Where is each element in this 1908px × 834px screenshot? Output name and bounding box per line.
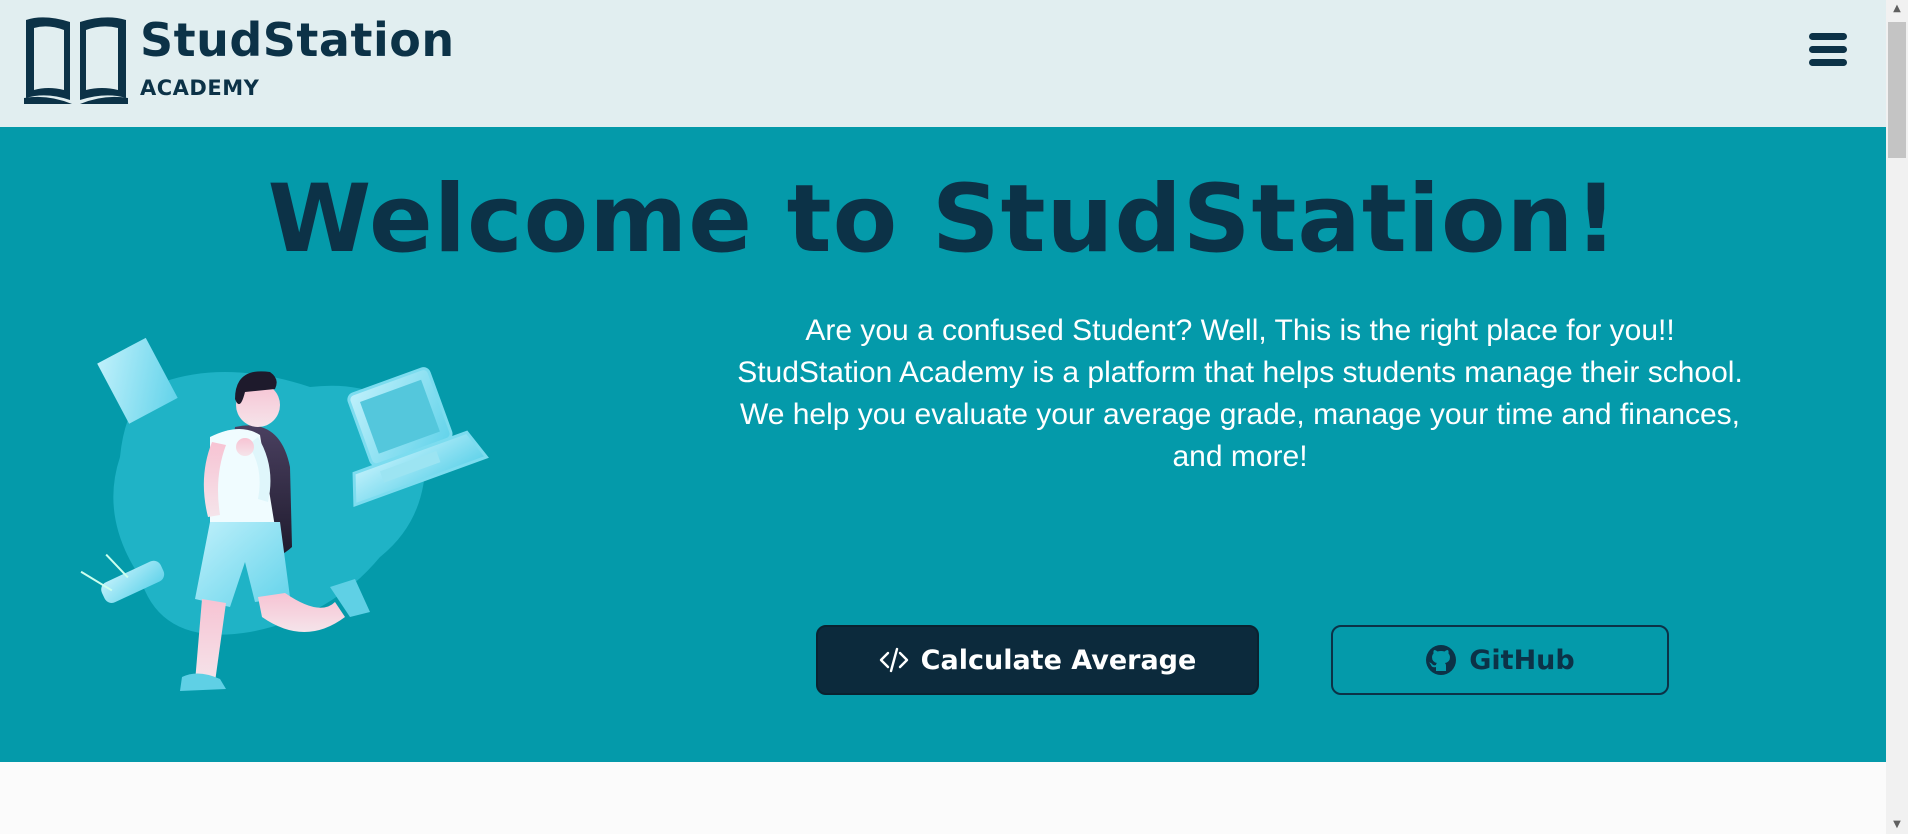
brand-logo-link[interactable]: StudStation ACADEMY: [22, 14, 455, 106]
page-scrollbar[interactable]: ▲ ▼: [1886, 0, 1908, 834]
calculate-average-button[interactable]: Calculate Average: [816, 625, 1259, 695]
github-label: GitHub: [1469, 644, 1575, 676]
hero-line: and more!: [1172, 440, 1308, 473]
calculate-average-label: Calculate Average: [920, 644, 1197, 676]
code-icon: [879, 647, 909, 673]
scroll-down-arrow-icon[interactable]: ▼: [1886, 816, 1908, 834]
student-illustration: [80, 337, 489, 691]
open-book-icon: [24, 17, 128, 104]
hamburger-menu-icon: [1809, 33, 1847, 66]
hero-description: Are you a confused Student? Well, This i…: [680, 310, 1800, 478]
brand-name: StudStation: [140, 13, 455, 67]
hero-section: Welcome to StudStation! Are you a confus…: [0, 127, 1886, 762]
hero-line: StudStation Academy is a platform that h…: [737, 356, 1743, 389]
menu-button[interactable]: [1807, 30, 1851, 70]
brand-subtitle: ACADEMY: [140, 76, 260, 100]
github-icon: [1425, 644, 1457, 676]
scroll-up-arrow-icon[interactable]: ▲: [1886, 0, 1908, 18]
hero-title: Welcome to StudStation!: [267, 165, 1619, 274]
github-button[interactable]: GitHub: [1331, 625, 1669, 695]
scrollbar-thumb[interactable]: [1888, 22, 1906, 158]
site-header: StudStation ACADEMY: [0, 0, 1886, 127]
hero-line: We help you evaluate your average grade,…: [739, 398, 1741, 431]
hero-line: Are you a confused Student? Well, This i…: [805, 314, 1675, 347]
